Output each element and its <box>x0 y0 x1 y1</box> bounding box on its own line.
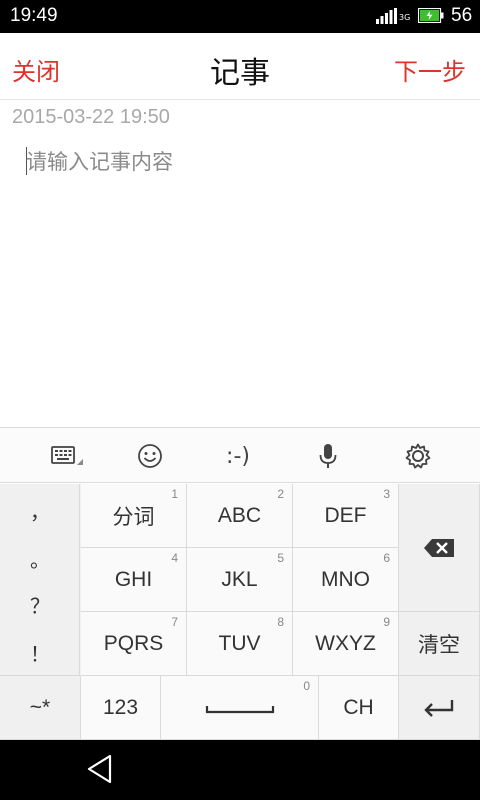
note-timestamp: 2015-03-22 19:50 <box>12 106 170 128</box>
key-label: TUV <box>218 631 261 655</box>
key-number: 3 <box>383 487 390 501</box>
key-number: 8 <box>277 615 284 629</box>
key-number: 7 <box>171 615 178 629</box>
battery-level: 56 <box>451 5 473 26</box>
app-header: 关闭 记事 下一步 <box>0 33 480 100</box>
microphone-icon[interactable] <box>300 428 356 484</box>
language-switch-button[interactable]: CH <box>319 676 399 740</box>
numbers-label: 123 <box>102 695 139 719</box>
key-1-fenci[interactable]: 分词 1 <box>81 484 187 548</box>
clear-button[interactable]: 清空 <box>399 612 480 676</box>
key-6-mno[interactable]: MNO 6 <box>293 548 399 612</box>
backspace-button[interactable] <box>399 484 480 612</box>
enter-button[interactable] <box>399 676 480 740</box>
next-step-button[interactable]: 下一步 <box>394 52 466 87</box>
key-label: JKL <box>221 567 258 591</box>
signal-icon <box>376 8 397 24</box>
language-label: CH <box>343 695 374 719</box>
back-icon[interactable] <box>86 754 114 784</box>
key-3-def[interactable]: DEF 3 <box>293 484 399 548</box>
keyboard-switch-icon[interactable] <box>40 428 96 484</box>
punct-comma-key[interactable]: ， <box>0 496 80 525</box>
emoticon-button[interactable]: :-) <box>210 428 266 484</box>
key-label: MNO <box>321 567 370 591</box>
space-bar-icon <box>205 705 274 713</box>
symbols-button[interactable]: ~* <box>0 676 81 740</box>
key-label: WXYZ <box>315 631 376 655</box>
clear-label: 清空 <box>418 632 460 657</box>
key-number: 0 <box>303 679 310 693</box>
key-label: 分词 <box>112 505 155 529</box>
status-bar: 19:49 3G 56 <box>0 0 480 33</box>
key-label: GHI <box>114 567 153 591</box>
key-8-tuv[interactable]: TUV 8 <box>187 612 293 676</box>
enter-icon <box>424 699 454 717</box>
key-label: PQRS <box>103 631 164 655</box>
key-label: DEF <box>324 503 367 527</box>
status-time: 19:49 <box>10 5 58 26</box>
key-number: 5 <box>277 551 284 565</box>
punct-exclaim-key[interactable]: ！ <box>0 638 80 667</box>
punct-question-key[interactable]: ？ <box>0 590 80 619</box>
key-4-ghi[interactable]: GHI 4 <box>81 548 187 612</box>
t9-keyboard: ， 。 ？ ！ 分词 1 ABC 2 DEF 3 GHI 4 JKL 5 MNO… <box>0 484 480 740</box>
key-number: 1 <box>171 487 178 501</box>
key-number: 6 <box>383 551 390 565</box>
key-9-wxyz[interactable]: WXYZ 9 <box>293 612 399 676</box>
key-number: 4 <box>171 551 178 565</box>
punct-period-key[interactable]: 。 <box>0 544 80 573</box>
system-nav-bar <box>0 740 480 800</box>
key-7-pqrs[interactable]: PQRS 7 <box>81 612 187 676</box>
numbers-button[interactable]: 123 <box>81 676 161 740</box>
note-content-input[interactable] <box>26 147 466 177</box>
note-content-area: 2015-03-22 19:50 <box>0 101 480 427</box>
key-label: ABC <box>217 503 262 527</box>
keyboard-toolbar: :-) <box>0 427 480 483</box>
backspace-icon <box>424 538 454 557</box>
network-type: 3G <box>399 13 411 22</box>
emoji-icon[interactable] <box>122 428 178 484</box>
space-key[interactable]: 0 <box>161 676 319 740</box>
battery-charging-icon <box>418 8 444 23</box>
settings-gear-icon[interactable] <box>390 428 446 484</box>
symbols-label: ~* <box>29 695 51 719</box>
key-number: 2 <box>277 487 284 501</box>
emoticon-label: :-) <box>226 443 250 469</box>
key-2-abc[interactable]: ABC 2 <box>187 484 293 548</box>
punctuation-column: ， 。 ？ ！ <box>0 484 80 676</box>
key-number: 9 <box>383 615 390 629</box>
key-5-jkl[interactable]: JKL 5 <box>187 548 293 612</box>
